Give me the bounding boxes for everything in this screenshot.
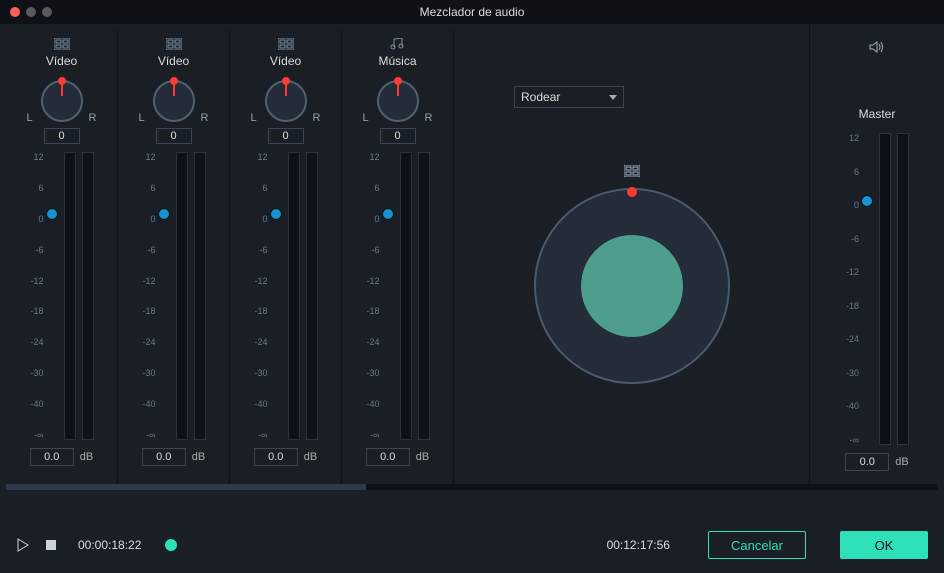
pan-left-label: L: [27, 112, 33, 124]
level-meter: [306, 152, 318, 440]
channel-strip-area: Vídeo L R 0 1260-6-12-18-24-30-40-∞: [0, 24, 454, 484]
master-db-value-input[interactable]: 0.0: [845, 453, 889, 471]
db-unit-label: dB: [80, 451, 93, 463]
window-title: Mezclador de audio: [420, 5, 525, 19]
pan-value-input[interactable]: 0: [44, 128, 80, 144]
cancel-button[interactable]: Cancelar: [708, 531, 806, 559]
level-meter: [288, 152, 300, 440]
master-strip: Master 1260-6-12-18-24-30-40-∞ 0.0 dB: [809, 24, 944, 484]
fader-slider[interactable]: [274, 152, 278, 440]
window-minimize-button[interactable]: [26, 7, 36, 17]
surround-mode-select[interactable]: Rodear: [514, 86, 624, 108]
stop-button[interactable]: [44, 538, 58, 552]
timecode-total: 00:12:17:56: [607, 538, 670, 552]
fader-slider[interactable]: [162, 152, 166, 440]
fader-slider[interactable]: [50, 152, 54, 440]
pan-value-input[interactable]: 0: [156, 128, 192, 144]
pan-left-label: L: [251, 112, 257, 124]
db-unit-label: dB: [895, 456, 908, 468]
db-unit-label: dB: [416, 451, 429, 463]
level-scale: 1260-6-12-18-24-30-40-∞: [254, 152, 272, 440]
music-icon: [390, 38, 406, 50]
surround-panner[interactable]: [534, 188, 730, 384]
video-icon: [166, 38, 182, 50]
video-icon: [54, 38, 70, 50]
level-meter: [897, 133, 909, 445]
level-meter: [418, 152, 430, 440]
fader-slider[interactable]: [386, 152, 390, 440]
channel-strip: Vídeo L R 0 1260-6-12-18-24-30-40-∞: [6, 30, 118, 484]
pan-left-label: L: [139, 112, 145, 124]
video-icon: [624, 164, 640, 182]
pan-right-label: R: [201, 112, 209, 124]
transport-bar: 00:00:18:22 00:12:17:56 Cancelar OK: [0, 517, 944, 573]
level-meter: [64, 152, 76, 440]
pan-left-label: L: [363, 112, 369, 124]
level-scale: 1260-6-12-18-24-30-40-∞: [845, 133, 863, 445]
play-button[interactable]: [16, 538, 30, 552]
db-unit-label: dB: [192, 451, 205, 463]
channel-strip: Vídeo L R 0 1260-6-12-18-24-30-40-∞ 0.0 d…: [230, 30, 342, 484]
db-value-input[interactable]: 0.0: [142, 448, 186, 466]
pan-right-label: R: [89, 112, 97, 124]
channel-strip: Vídeo L R 0 1260-6-12-18-24-30-40-∞ 0.0 d…: [118, 30, 230, 484]
channel-label: Vídeo: [270, 54, 301, 68]
master-fader-slider[interactable]: [865, 133, 869, 445]
channel-scrollbar[interactable]: [6, 484, 938, 490]
video-icon: [278, 38, 294, 50]
channel-label: Vídeo: [46, 54, 77, 68]
window-maximize-button[interactable]: [42, 7, 52, 17]
level-meter: [82, 152, 94, 440]
level-scale: 1260-6-12-18-24-30-40-∞: [142, 152, 160, 440]
db-value-input[interactable]: 0.0: [30, 448, 74, 466]
surround-mode-value: Rodear: [521, 90, 560, 104]
level-meter: [194, 152, 206, 440]
pan-value-input[interactable]: 0: [380, 128, 416, 144]
surround-position-handle[interactable]: [627, 187, 637, 197]
timecode-current: 00:00:18:22: [78, 538, 141, 552]
level-meter: [176, 152, 188, 440]
surround-panel: Rodear: [454, 24, 809, 484]
channel-strip: Música LR 0 1260-6-12-18-24-30-40-∞ 0.0 …: [342, 30, 454, 484]
level-meter: [400, 152, 412, 440]
pan-right-label: R: [425, 112, 433, 124]
pan-right-label: R: [313, 112, 321, 124]
db-value-input[interactable]: 0.0: [254, 448, 298, 466]
ok-button[interactable]: OK: [840, 531, 928, 559]
chevron-down-icon: [609, 95, 617, 100]
master-label: Master: [859, 107, 896, 121]
channel-label: Vídeo: [158, 54, 189, 68]
timeline-slider[interactable]: [165, 533, 582, 557]
level-scale: 1260-6-12-18-24-30-40-∞: [30, 152, 48, 440]
db-unit-label: dB: [304, 451, 317, 463]
channel-label: Música: [378, 54, 416, 68]
level-scale: 1260-6-12-18-24-30-40-∞: [366, 152, 384, 440]
titlebar: Mezclador de audio: [0, 0, 944, 24]
level-meter: [879, 133, 891, 445]
window-close-button[interactable]: [10, 7, 20, 17]
pan-value-input[interactable]: 0: [268, 128, 304, 144]
playhead-handle[interactable]: [165, 539, 177, 551]
speaker-icon: [869, 40, 885, 59]
db-value-input[interactable]: 0.0: [366, 448, 410, 466]
